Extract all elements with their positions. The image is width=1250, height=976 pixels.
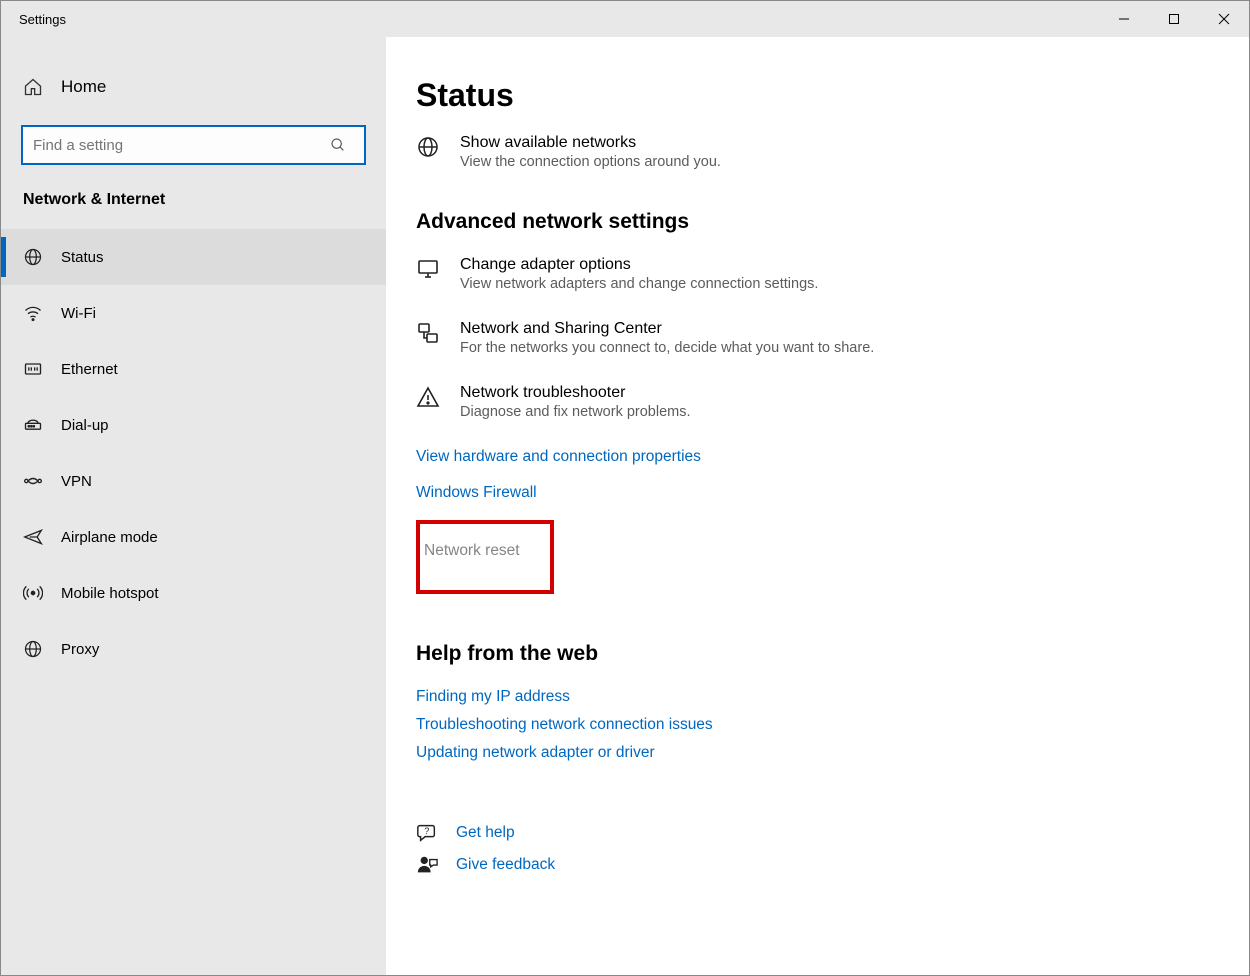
option-title: Network and Sharing Center [460, 320, 874, 338]
help-icon: ? [416, 822, 438, 844]
option-desc: Diagnose and fix network problems. [460, 404, 691, 420]
globe-icon [23, 247, 43, 267]
network-troubleshooter[interactable]: Network troubleshooter Diagnose and fix … [416, 384, 1249, 420]
section-advanced: Advanced network settings [416, 210, 1249, 234]
titlebar: Settings [1, 1, 1249, 37]
proxy-icon [23, 639, 43, 659]
sidebar-item-label: Proxy [61, 641, 99, 658]
airplane-icon [23, 527, 43, 547]
ethernet-icon [23, 359, 43, 379]
feedback-icon [416, 854, 438, 876]
link-network-reset[interactable]: Network reset [420, 542, 520, 559]
sidebar-item-airplane[interactable]: Airplane mode [1, 509, 386, 565]
minimize-button[interactable] [1099, 1, 1149, 37]
link-help-driver[interactable]: Updating network adapter or driver [416, 744, 1249, 762]
search-input[interactable] [23, 137, 330, 154]
sidebar-item-label: Dial-up [61, 417, 109, 434]
get-help-label: Get help [456, 824, 515, 842]
vpn-icon [23, 471, 43, 491]
option-desc: For the networks you connect to, decide … [460, 340, 874, 356]
give-feedback[interactable]: Give feedback [416, 854, 1249, 876]
wifi-icon [23, 303, 43, 323]
share-icon [416, 321, 440, 345]
sidebar-item-hotspot[interactable]: Mobile hotspot [1, 565, 386, 621]
category-header: Network & Internet [1, 191, 386, 229]
content-area: Status Show available networks View the … [386, 37, 1249, 975]
section-help: Help from the web [416, 642, 1249, 666]
option-desc: View network adapters and change connect… [460, 276, 818, 292]
option-desc: View the connection options around you. [460, 154, 721, 170]
search-icon [330, 137, 364, 153]
sidebar-item-status[interactable]: Status [1, 229, 386, 285]
home-icon [23, 77, 43, 97]
sidebar-item-label: Airplane mode [61, 529, 158, 546]
sidebar-item-label: Ethernet [61, 361, 118, 378]
sidebar-item-label: Status [61, 249, 104, 266]
hotspot-icon [23, 583, 43, 603]
home-button[interactable]: Home [1, 67, 386, 107]
warning-icon [416, 385, 440, 409]
link-hardware-properties[interactable]: View hardware and connection properties [416, 448, 1249, 466]
link-windows-firewall[interactable]: Windows Firewall [416, 484, 1249, 502]
close-button[interactable] [1199, 1, 1249, 37]
option-title: Show available networks [460, 134, 721, 152]
sidebar: Home Network & Internet Status Wi-Fi [1, 37, 386, 975]
search-box[interactable] [21, 125, 366, 165]
option-title: Network troubleshooter [460, 384, 691, 402]
globe-icon [416, 135, 440, 159]
sidebar-item-label: Wi-Fi [61, 305, 96, 322]
dialup-icon [23, 415, 43, 435]
option-title: Change adapter options [460, 256, 818, 274]
sidebar-item-label: Mobile hotspot [61, 585, 159, 602]
sidebar-item-wifi[interactable]: Wi-Fi [1, 285, 386, 341]
page-title: Status [416, 77, 1249, 114]
sidebar-item-vpn[interactable]: VPN [1, 453, 386, 509]
sidebar-item-proxy[interactable]: Proxy [1, 621, 386, 677]
get-help[interactable]: ? Get help [416, 822, 1249, 844]
show-available-networks[interactable]: Show available networks View the connect… [416, 134, 1249, 170]
maximize-button[interactable] [1149, 1, 1199, 37]
give-feedback-label: Give feedback [456, 856, 555, 874]
window-title: Settings [1, 12, 1099, 27]
sidebar-item-dialup[interactable]: Dial-up [1, 397, 386, 453]
network-sharing-center[interactable]: Network and Sharing Center For the netwo… [416, 320, 1249, 356]
monitor-icon [416, 257, 440, 281]
change-adapter-options[interactable]: Change adapter options View network adap… [416, 256, 1249, 292]
sidebar-item-ethernet[interactable]: Ethernet [1, 341, 386, 397]
sidebar-item-label: VPN [61, 473, 92, 490]
link-help-ip[interactable]: Finding my IP address [416, 688, 1249, 706]
svg-text:?: ? [424, 826, 429, 836]
highlight-network-reset: Network reset [416, 520, 554, 594]
link-help-troubleshoot[interactable]: Troubleshooting network connection issue… [416, 716, 1249, 734]
home-label: Home [61, 77, 106, 97]
